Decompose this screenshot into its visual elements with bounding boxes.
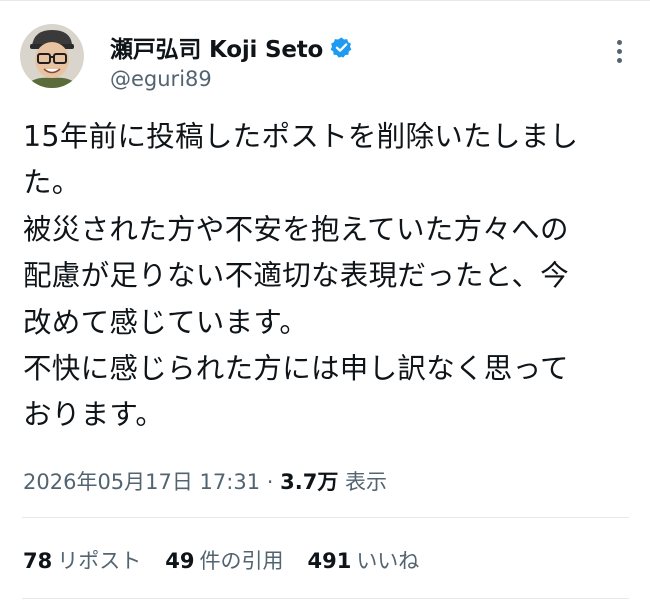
tweet-line: た。 (23, 166, 81, 200)
engagement-stats: 78 リポスト 49 件の引用 491 いいね (23, 545, 419, 575)
tweet-meta: 2026年05月17日 17:31 · 3.7万 表示 (23, 466, 387, 496)
reposts-count: 78 (23, 549, 53, 573)
tweet-line: 不快に感じられた方には申し訳なく思って (23, 352, 569, 386)
quotes-count: 49 (165, 549, 195, 573)
tweet-line: おります。 (23, 398, 165, 432)
name-row: 瀬戸弘司 Koji Seto (110, 30, 353, 64)
tweet-line: 被災された方や不安を抱えていた方々への (23, 212, 569, 246)
views-label: 表示 (345, 470, 388, 494)
meta-separator: · (266, 470, 274, 494)
reposts-stat[interactable]: 78 リポスト (23, 545, 141, 575)
quotes-stat[interactable]: 49 件の引用 (165, 545, 283, 575)
user-handle[interactable]: @eguri89 (110, 67, 353, 91)
views-count[interactable]: 3.7万 (280, 470, 338, 494)
avatar-image (20, 24, 84, 88)
more-dots-icon[interactable] (614, 40, 624, 70)
tweet-line: 配慮が足りない不適切な表現だったと、今 (23, 259, 570, 293)
likes-count: 491 (307, 549, 352, 573)
divider (22, 517, 629, 518)
top-border (0, 0, 650, 11)
timestamp[interactable]: 2026年05月17日 17:31 (23, 470, 260, 494)
divider (22, 598, 629, 599)
likes-stat[interactable]: 491 いいね (307, 545, 419, 575)
author-info: 瀬戸弘司 Koji Seto @eguri89 (110, 32, 353, 91)
tweet-text: 15年前に投稿したポストを削除いたしまし た。 被災された方や不安を抱えていた方… (23, 114, 628, 439)
reposts-label: リポスト (57, 549, 142, 573)
tweet-line: 15年前に投稿したポストを削除いたしまし (23, 120, 579, 153)
likes-label: いいね (356, 549, 420, 573)
verified-badge-icon[interactable] (330, 36, 353, 59)
quotes-label: 件の引用 (199, 549, 284, 573)
avatar[interactable] (20, 24, 84, 88)
display-name[interactable]: 瀬戸弘司 Koji Seto (110, 30, 323, 64)
tweet-line: 改めて感じています。 (23, 305, 309, 339)
